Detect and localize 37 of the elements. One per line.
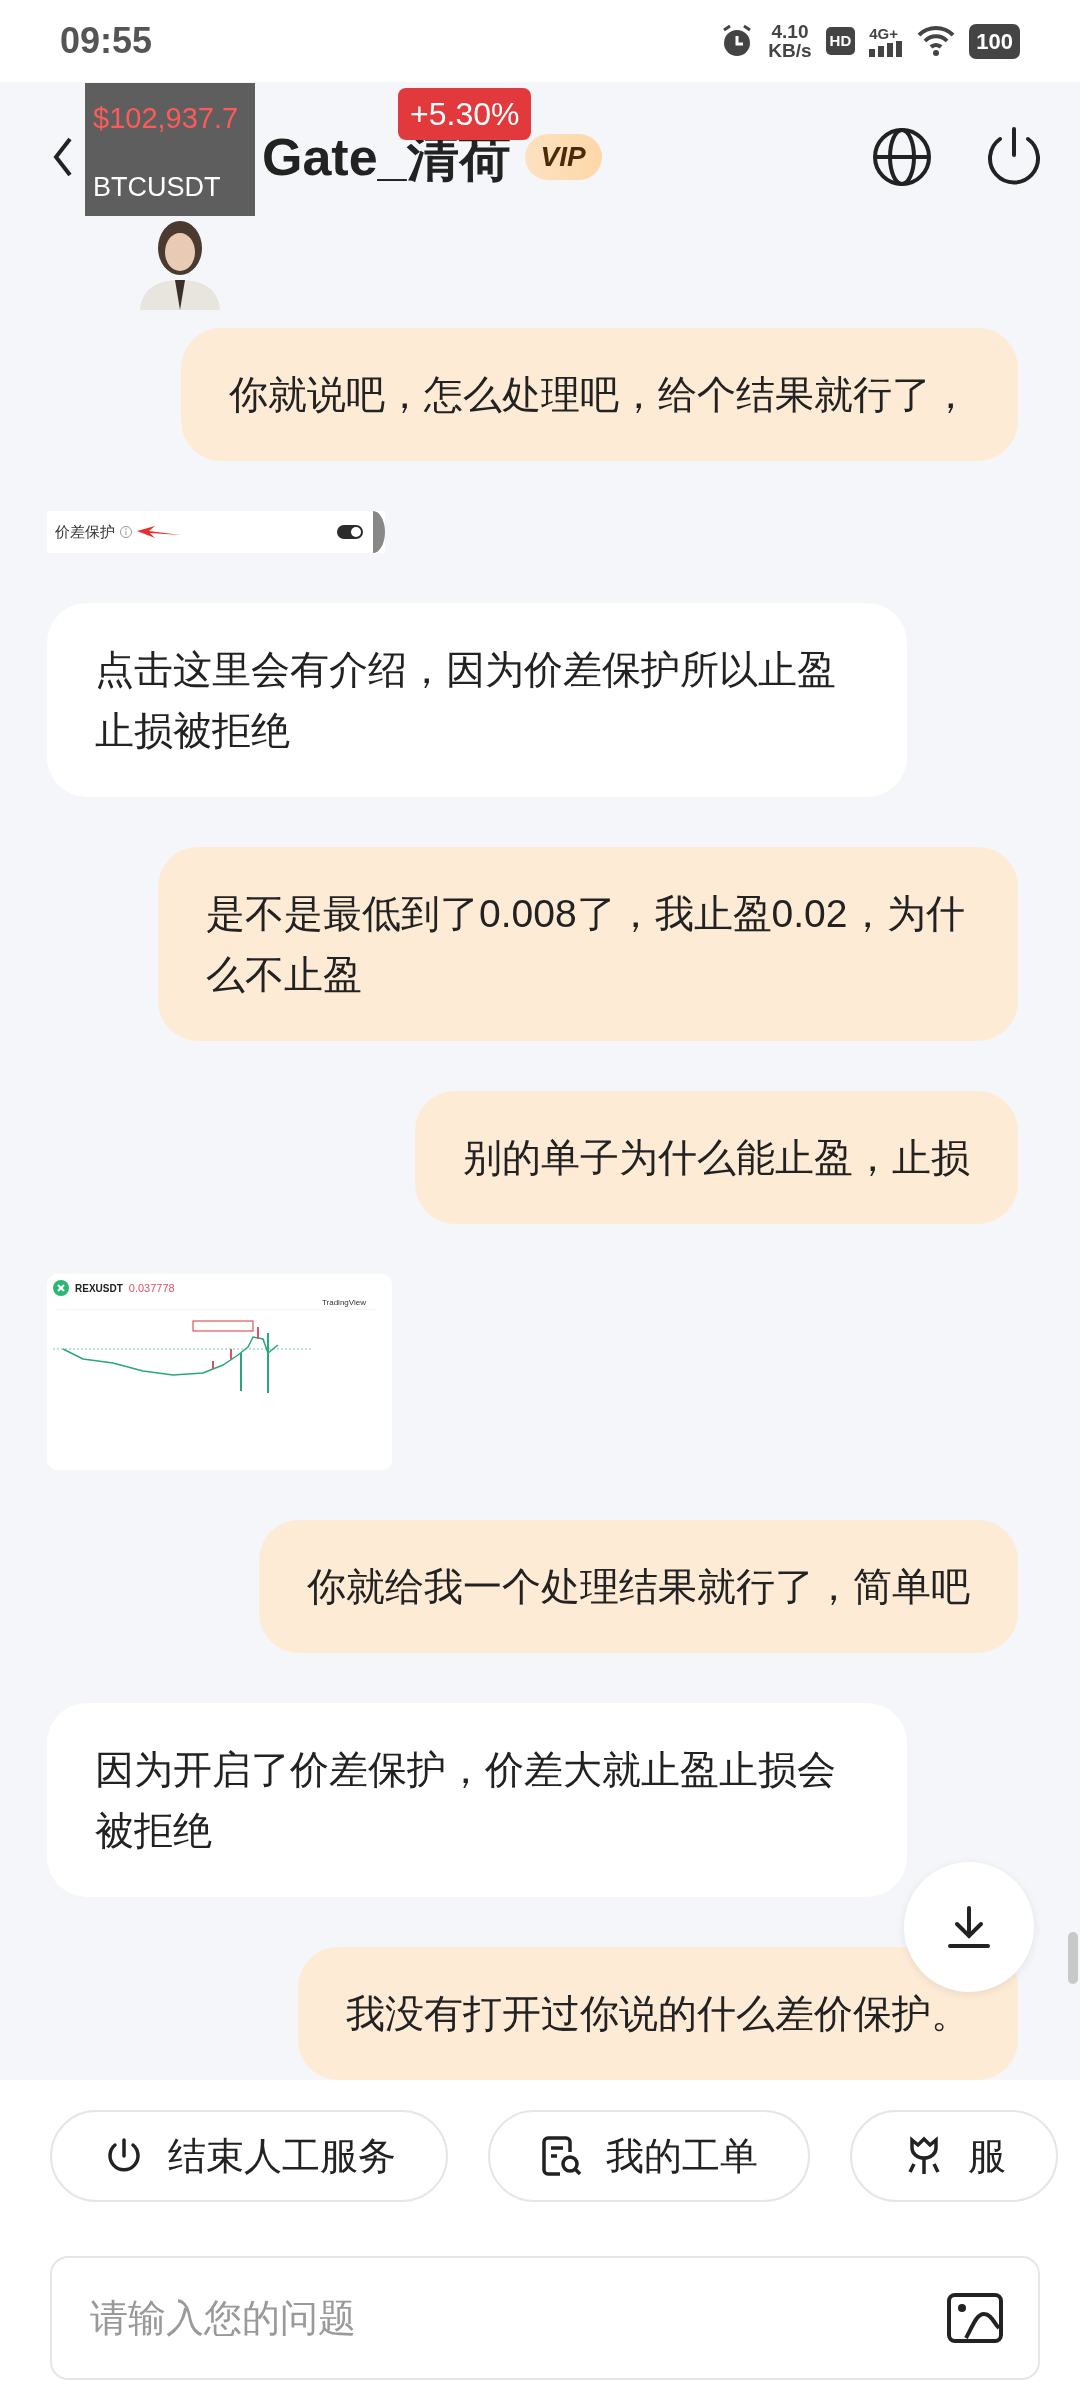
message-input[interactable]: 请输入您的问题	[50, 2256, 1040, 2380]
symbol-label: REXUSDT	[75, 1281, 123, 1296]
battery-level: 100	[969, 23, 1020, 59]
coin-icon	[53, 1280, 69, 1297]
change-badge: +5.30%	[398, 88, 532, 140]
quick-action-chip[interactable]: 服	[850, 2110, 1058, 2202]
search-document-icon	[540, 2134, 584, 2178]
ticker-overlay[interactable]: $102,937.7 BTCUSDT	[85, 83, 255, 216]
wifi-icon	[917, 25, 956, 57]
quick-action-chip[interactable]: 结束人工服务	[50, 2110, 448, 2202]
vip-badge: VIP	[524, 134, 602, 180]
message-bubble: 我没有打开过你说的什么差价保护。	[298, 1947, 1018, 2080]
image-icon[interactable]	[946, 2292, 1004, 2344]
toggle-switch[interactable]	[337, 525, 363, 539]
screenshot-card[interactable]: 价差保护	[47, 511, 385, 553]
signal-icon	[869, 40, 904, 57]
ticker-symbol: BTCUSDT	[93, 171, 221, 204]
message-bubble: 别的单子为什么能止盈，止损	[415, 1091, 1018, 1224]
info-icon	[119, 525, 133, 539]
message-bubble: 你就给我一个处理结果就行了，简单吧	[259, 1520, 1018, 1653]
globe-icon[interactable]	[870, 125, 934, 189]
message-bubble: 是不是最低到了0.008了，我止盈0.02，为什么不止盈	[158, 847, 1018, 1041]
message-bubble: 你就说吧，怎么处理吧，给个结果就行了，	[181, 328, 1018, 461]
scrollbar	[1068, 1932, 1078, 1984]
ticker-price: $102,937.7	[93, 101, 239, 136]
hd-badge: HD	[825, 26, 856, 56]
quick-action-chip[interactable]: 我的工单	[488, 2110, 810, 2202]
chart-label: TradingView	[321, 1296, 366, 1309]
message-bubble: 点击这里会有介绍，因为价差保护所以止盈止损被拒绝	[47, 603, 907, 797]
message-bubble: 因为开启了价差保护，价差大就止盈止损会被拒绝	[47, 1703, 907, 1897]
network-speed: 4.10	[771, 22, 809, 41]
price-label: 0.037778	[128, 1281, 175, 1296]
screenshot-card[interactable]: REXUSDT 0.037778 TradingView	[47, 1274, 392, 1470]
setting-label: 价差保护	[55, 521, 115, 542]
speed-unit: KB/s	[768, 41, 812, 60]
clock-time: 09:55	[60, 19, 153, 63]
network-type: 4G+	[869, 25, 899, 41]
